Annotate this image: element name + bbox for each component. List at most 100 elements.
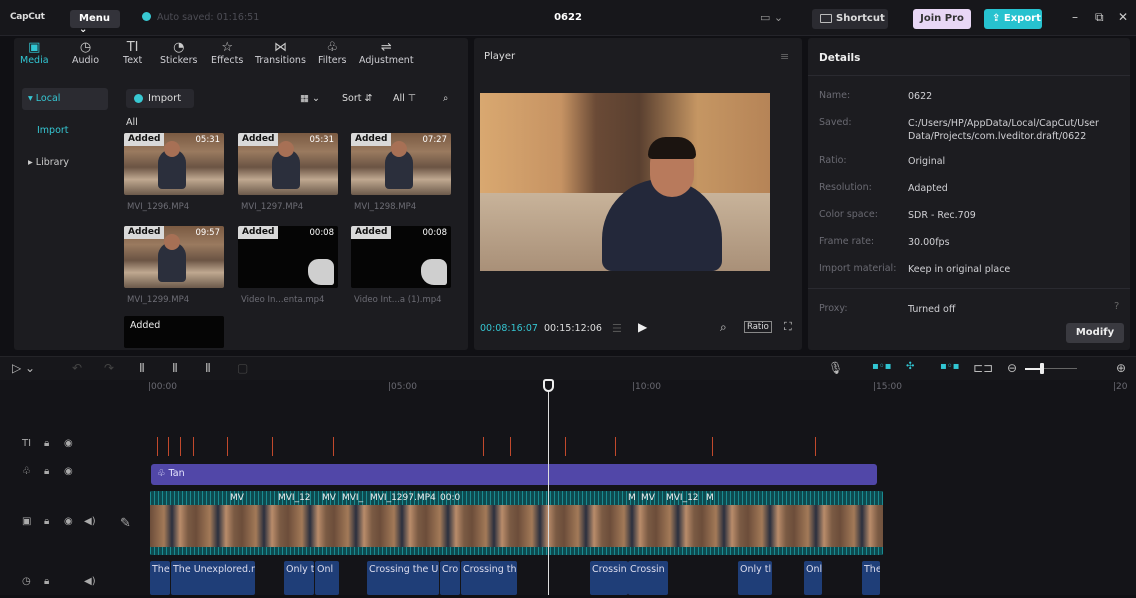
import-button[interactable]: Import: [126, 89, 194, 108]
view-toggle[interactable]: ▦ ⌄: [300, 89, 320, 108]
menu-button[interactable]: Menu ⌄: [70, 10, 120, 35]
subtitle-clip[interactable]: Crossing the: [461, 561, 517, 595]
media-thumb[interactable]: Added 07:27: [351, 133, 451, 195]
lock-icon[interactable]: 🔒︎: [44, 516, 49, 527]
subtitle-clip[interactable]: The: [862, 561, 880, 595]
redo-icon[interactable]: ↷: [104, 361, 114, 375]
tab-transitions[interactable]: ⋈ Transitions: [255, 41, 306, 67]
duration-label: 09:57: [195, 228, 221, 238]
media-thumb[interactable]: Added 09:57: [124, 226, 224, 288]
zoom-slider-handle[interactable]: [1040, 363, 1044, 374]
audio-mute-icon[interactable]: ◀): [84, 576, 96, 587]
text-marker[interactable]: [483, 437, 484, 456]
microphone-icon[interactable]: 🎙: [828, 361, 843, 375]
audio-mute-icon[interactable]: ◀): [84, 516, 96, 527]
lock-icon[interactable]: 🔒︎: [44, 576, 49, 587]
subtitle-clip[interactable]: Onl: [315, 561, 339, 595]
media-thumb[interactable]: Added 00:08: [238, 226, 338, 288]
export-button[interactable]: ⇪ Export: [984, 9, 1042, 29]
title-bar: CapCut Menu ⌄ Auto saved: 01:16:51 0622 …: [0, 0, 1136, 36]
edit-cover-icon[interactable]: ✎: [120, 516, 131, 531]
text-marker[interactable]: [712, 437, 713, 456]
text-marker[interactable]: [272, 437, 273, 456]
delete-icon[interactable]: ▢: [237, 361, 248, 375]
undo-icon[interactable]: ↶: [72, 361, 82, 375]
tab-adjustment[interactable]: ⇌ Adjustment: [359, 41, 414, 67]
subtitle-clip[interactable]: Onl: [804, 561, 822, 595]
lock-icon[interactable]: 🔒︎: [44, 438, 49, 449]
sidebar-item-library[interactable]: ▸ Library: [22, 152, 108, 174]
split-right-icon[interactable]: Ⅱ: [205, 361, 211, 375]
tab-effects[interactable]: ☆ Effects: [211, 41, 244, 67]
subtitle-clip[interactable]: The Unexplored.mp: [171, 561, 255, 595]
text-marker[interactable]: [815, 437, 816, 456]
video-clip-track[interactable]: MV MVI_12 MV MVI_ MVI_1297.MP4 00:0 M MV…: [150, 491, 883, 555]
sidebar-item-local[interactable]: ▾ Local: [22, 88, 108, 110]
close-icon[interactable]: ✕: [1118, 10, 1128, 24]
join-pro-button[interactable]: Join Pro: [913, 9, 971, 29]
link-icon[interactable]: ▪◦▪: [872, 361, 891, 372]
subtitle-clip[interactable]: Crossin: [590, 561, 628, 595]
play-icon[interactable]: ▶: [638, 320, 647, 334]
tab-audio[interactable]: ◷ Audio: [72, 41, 99, 67]
restore-icon[interactable]: ⧉: [1095, 10, 1104, 25]
tab-media[interactable]: ▣ Media: [20, 41, 49, 67]
minimize-icon[interactable]: –: [1072, 10, 1078, 24]
video-preview[interactable]: [480, 93, 770, 271]
audio-clip[interactable]: ♧ Tan: [151, 464, 877, 485]
tab-text[interactable]: TI Text: [123, 41, 142, 67]
eye-icon[interactable]: ◉: [64, 438, 73, 449]
text-marker[interactable]: [157, 437, 158, 456]
layout-icon[interactable]: ▭ ⌄: [760, 11, 783, 24]
media-thumb[interactable]: Added 05:31: [124, 133, 224, 195]
search-icon[interactable]: ⌕: [443, 89, 448, 108]
playhead-handle[interactable]: [543, 379, 554, 392]
subtitle-clip[interactable]: Only tl: [738, 561, 772, 595]
split-icon[interactable]: Ⅱ: [139, 361, 145, 375]
text-marker[interactable]: [333, 437, 334, 456]
sort-button[interactable]: Sort ⇵: [342, 89, 372, 108]
media-thumb[interactable]: Added: [124, 316, 224, 348]
subtitle-clip[interactable]: Cro: [440, 561, 460, 595]
shortcut-button[interactable]: Shortcut: [812, 9, 888, 29]
text-marker[interactable]: [193, 437, 194, 456]
text-marker[interactable]: [565, 437, 566, 456]
zoom-fit-icon[interactable]: ⌕: [720, 320, 727, 335]
clip-label: M: [706, 493, 714, 503]
filter-button[interactable]: All ⊤: [393, 89, 416, 108]
subtitle-clip[interactable]: The: [150, 561, 170, 595]
modify-button[interactable]: Modify: [1066, 323, 1124, 343]
lock-icon[interactable]: 🔒︎: [44, 466, 49, 477]
preview-axis-icon[interactable]: ▪◦▪: [940, 361, 959, 372]
sidebar-item-import[interactable]: Import: [22, 120, 108, 142]
select-tool-icon[interactable]: ▷ ⌄: [12, 361, 35, 375]
align-icon[interactable]: ⊏⊐: [973, 361, 993, 375]
tab-filters[interactable]: ♧ Filters: [318, 41, 346, 67]
eye-icon[interactable]: ◉: [64, 466, 73, 477]
text-marker[interactable]: [227, 437, 228, 456]
detail-label: Ratio:: [819, 155, 847, 166]
text-marker[interactable]: [510, 437, 511, 456]
split-left-icon[interactable]: Ⅱ: [172, 361, 178, 375]
fullscreen-icon[interactable]: ⛶: [784, 320, 792, 334]
hamburger-icon[interactable]: ≡: [780, 50, 789, 63]
text-marker[interactable]: [615, 437, 616, 456]
tab-stickers[interactable]: ◔ Stickers: [160, 40, 197, 67]
sticker-icon: ◔: [173, 40, 185, 55]
tab-label: Effects: [211, 55, 244, 66]
clip-label: MVI_1297.MP4: [370, 493, 436, 503]
help-icon[interactable]: ?: [1114, 301, 1119, 312]
clip-label: MV: [322, 493, 336, 503]
ratio-button[interactable]: Ratio: [744, 321, 772, 333]
text-marker[interactable]: [180, 437, 181, 456]
eye-icon[interactable]: ◉: [64, 516, 73, 527]
zoom-out-icon[interactable]: ⊖: [1007, 361, 1017, 375]
media-thumb[interactable]: Added 00:08: [351, 226, 451, 288]
text-marker[interactable]: [168, 437, 169, 456]
subtitle-clip[interactable]: Only t: [284, 561, 314, 595]
zoom-in-icon[interactable]: ⊕: [1116, 361, 1126, 375]
media-thumb[interactable]: Added 05:31: [238, 133, 338, 195]
subtitle-clip[interactable]: Crossing the Un: [367, 561, 439, 595]
subtitle-clip[interactable]: Crossin: [628, 561, 668, 595]
magnet-icon[interactable]: ✣: [906, 361, 914, 372]
